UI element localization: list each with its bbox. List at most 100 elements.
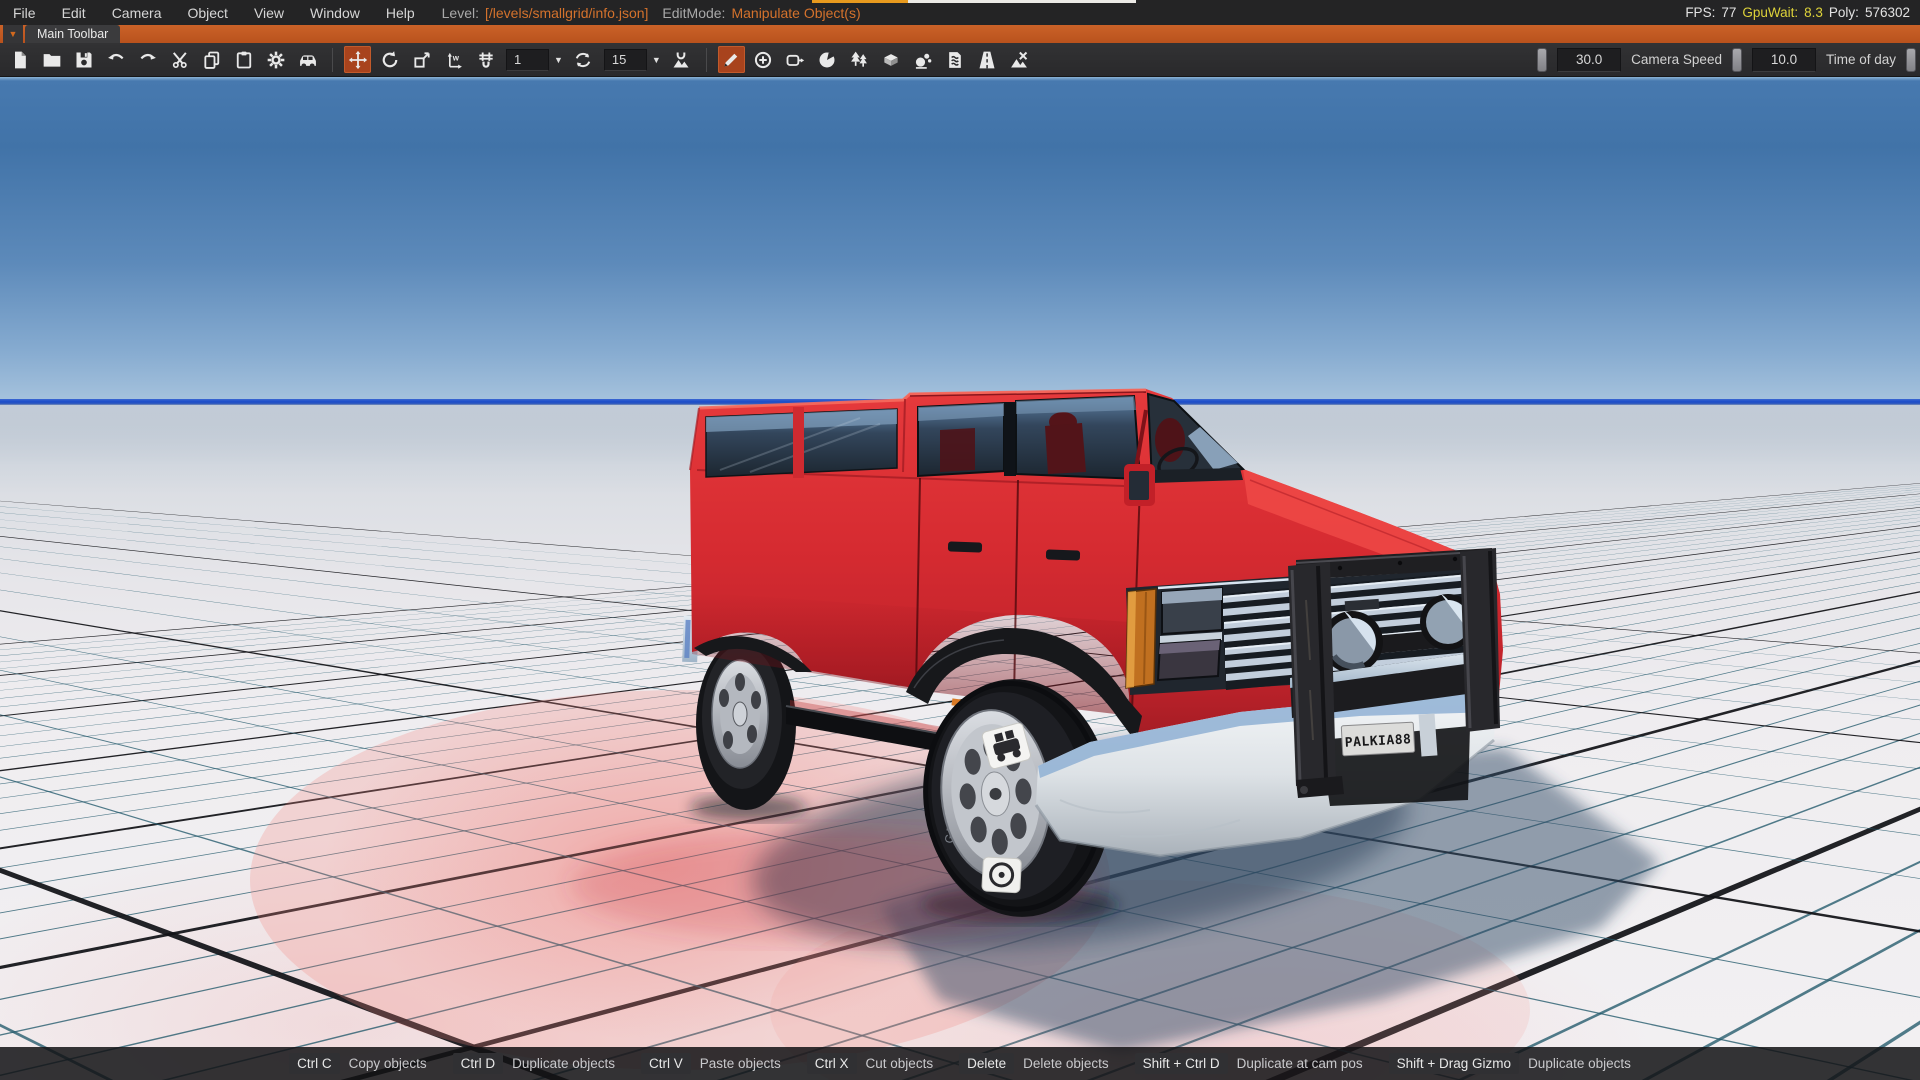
camera-speed-label: Camera Speed [1631,52,1722,67]
edit-path-icon [785,50,805,70]
cut-button[interactable] [166,46,193,73]
shortcut-hint: Shift + Drag Gizmo Duplicate objects [1389,1053,1631,1074]
forest-editor-button[interactable] [846,46,873,73]
particle-editor-button[interactable] [910,46,937,73]
fps-value: 77 [1721,5,1736,20]
transform-space-icon [444,50,464,70]
gpuwait-label: GpuWait: [1742,5,1798,20]
mesh-decal-icon [881,50,901,70]
toolbar-separator [332,48,333,72]
shortcut-key: Ctrl X [807,1053,857,1074]
gpuwait-value: 8.3 [1804,5,1823,20]
camera-speed-slider[interactable] [1537,48,1547,72]
time-of-day-slider[interactable] [1732,48,1742,72]
menu-view[interactable]: View [241,5,297,21]
settings-icon [266,50,286,70]
terrain-editor-button[interactable] [1006,46,1033,73]
grid-snap-size-dropdown[interactable]: 1▼ [506,49,563,71]
viewport-3d[interactable]: GRIP-ALL [0,76,1920,1080]
front-door-window [1016,396,1140,479]
cut-icon [170,50,190,70]
gizmo-scale-icon [412,50,432,70]
scene-svg: GRIP-ALL [0,76,1920,1080]
shortcut-desc: Duplicate at cam pos [1237,1056,1363,1071]
edit-sphere-button[interactable] [814,46,841,73]
rotation-snap-angle-dropdown[interactable]: 15 ▼ [604,49,661,71]
rotation-snap-angle-value[interactable]: 15 [604,49,647,71]
titlebar-strip-orange [812,0,908,3]
door-handle-rear [948,541,982,552]
shortcut-hint: Ctrl CCopy objects [289,1053,427,1074]
snap-to-terrain-icon [671,50,691,70]
shortcut-hint: Shift + Ctrl D Duplicate at cam pos [1135,1053,1363,1074]
vehicle-icon [298,50,318,70]
gizmo-translate-button[interactable] [344,46,371,73]
shortcut-desc: Duplicate objects [1528,1056,1631,1071]
shortcut-key: Delete [959,1053,1014,1074]
gizmo-scale-button[interactable] [408,46,435,73]
collapse-toolbar-icon[interactable]: ▼ [3,25,23,43]
shortcut-desc: Cut objects [866,1056,934,1071]
poly-value: 576302 [1865,5,1910,20]
save-level-button[interactable] [70,46,97,73]
snap-to-grid-button[interactable] [472,46,499,73]
redo-button[interactable] [134,46,161,73]
grid-snap-size-value[interactable]: 1 [506,49,549,71]
menu-window[interactable]: Window [297,5,373,21]
tab-main-toolbar[interactable]: Main Toolbar [25,25,120,43]
save-level-icon [74,50,94,70]
add-object-button[interactable] [750,46,777,73]
toolbar-separator [706,48,707,72]
shortcut-hint: Ctrl X Cut objects [807,1053,933,1074]
edit-sphere-icon [817,50,837,70]
headlight-upper [1162,588,1222,634]
open-level-button[interactable] [38,46,65,73]
edit-objects-button[interactable] [718,46,745,73]
vehicle-button[interactable] [294,46,321,73]
particle-editor-icon [913,50,933,70]
level-label: Level: [442,5,479,21]
shortcut-key: Shift + Ctrl D [1135,1053,1228,1074]
right-edge-slider[interactable] [1906,48,1916,72]
copy-button[interactable] [198,46,225,73]
toolbar-buttons: 1▼15▼ [0,46,1033,73]
poly-label: Poly: [1829,5,1859,20]
chevron-down-icon[interactable]: ▼ [652,55,661,65]
menu-help[interactable]: Help [373,5,428,21]
shortcut-hint: DeleteDelete objects [959,1053,1109,1074]
shortcut-key: Shift + Drag Gizmo [1389,1053,1519,1074]
new-file-button[interactable] [6,46,33,73]
settings-button[interactable] [262,46,289,73]
decal-road-editor-icon [977,50,997,70]
snap-to-terrain-button[interactable] [668,46,695,73]
mesh-decal-button[interactable] [878,46,905,73]
menu-file[interactable]: File [0,5,49,21]
license-plate: PALKIA88 [1341,722,1414,756]
terrain-editor-icon [1009,50,1029,70]
level-path[interactable]: [/levels/smallgrid/info.json] [485,5,648,21]
tire-sticker-bottom [982,857,1022,893]
menu-edit[interactable]: Edit [49,5,99,21]
undo-icon [106,50,126,70]
menu-bar: FileEditCameraObjectViewWindowHelp Level… [0,0,1920,25]
time-of-day-input[interactable]: 10.0 [1752,48,1816,72]
edit-path-button[interactable] [782,46,809,73]
undo-button[interactable] [102,46,129,73]
editmode-value[interactable]: Manipulate Object(s) [731,5,860,21]
edit-objects-icon [721,50,741,70]
chevron-down-icon[interactable]: ▼ [554,55,563,65]
forest-editor-icon [849,50,869,70]
river-editor-button[interactable] [942,46,969,73]
gizmo-rotate-button[interactable] [376,46,403,73]
paste-icon [234,50,254,70]
camera-speed-input[interactable]: 30.0 [1557,48,1621,72]
shortcut-hint: Ctrl DDuplicate objects [453,1053,615,1074]
snap-rotation-button[interactable] [570,46,597,73]
shortcut-desc: Copy objects [349,1056,427,1071]
menu-camera[interactable]: Camera [99,5,175,21]
decal-road-editor-button[interactable] [974,46,1001,73]
menu-object[interactable]: Object [174,5,240,21]
transform-space-button[interactable] [440,46,467,73]
perf-stats: FPS: 77 GpuWait: 8.3 Poly: 576302 [1685,5,1920,20]
paste-button[interactable] [230,46,257,73]
